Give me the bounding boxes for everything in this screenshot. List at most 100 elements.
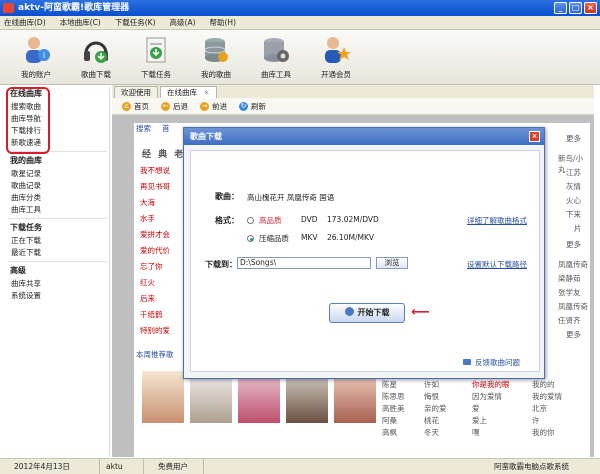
tab-close-icon[interactable]: × — [203, 88, 209, 97]
high-quality-label[interactable]: 高品质 — [259, 215, 282, 226]
compressed-quality-type: MKV — [301, 233, 318, 242]
ghost-artist[interactable]: 阿桑 — [382, 415, 397, 426]
ghost-artist[interactable]: 陈星 — [382, 379, 397, 390]
ghost-right-song[interactable]: 因为爱情 — [472, 391, 502, 402]
download-path-label: 下载到： — [205, 260, 237, 269]
ghost-song-small[interactable]: 亲的爱 — [424, 403, 447, 414]
menu-help[interactable]: 帮助(H) — [210, 16, 237, 29]
artist-photo[interactable] — [142, 371, 184, 423]
sidebar-section-advanced: 高级 — [10, 266, 26, 275]
ghost-right-item[interactable]: 更多 — [566, 239, 581, 250]
song-value: 高山槐花开 凤凰传奇 国语 — [247, 193, 335, 202]
ghost-right-song[interactable]: 许 — [532, 415, 540, 426]
high-quality-type: DVD — [301, 215, 318, 224]
song-download-dialog: 歌曲下载 × 歌曲： 高山槐花开 凤凰传奇 国语 格式： 高品质 DVD 173… — [183, 127, 545, 379]
menu-online-library[interactable]: 在线曲库(D) — [4, 16, 46, 29]
ghost-right-item[interactable]: 片 — [574, 223, 582, 234]
minimize-button[interactable]: _ — [554, 2, 567, 14]
ghost-right-song[interactable]: 我的爱情 — [532, 391, 562, 402]
menu-advanced[interactable]: 高级(A) — [170, 16, 196, 29]
start-download-button[interactable]: 开始下载 — [329, 303, 405, 323]
ghost-first-link[interactable]: 首 — [162, 123, 170, 134]
ghost-search-link[interactable]: 搜索 — [136, 123, 151, 134]
refresh-button[interactable]: ↻ 刷新 — [239, 101, 266, 112]
sidebar-item-settings[interactable]: 系统设置 — [6, 290, 109, 302]
my-songs-button[interactable]: 我的歌曲 — [186, 30, 246, 85]
ghost-song-small[interactable]: 许如 — [424, 379, 439, 390]
ghost-artist[interactable]: 高胜美 — [382, 403, 405, 414]
download-path-input[interactable]: D:\Songs\ — [237, 257, 371, 269]
ghost-song[interactable]: 爱拼才会 — [140, 229, 170, 240]
compressed-quality-radio[interactable] — [247, 235, 254, 242]
sidebar-item-sharing[interactable]: 曲库共享 — [6, 278, 109, 290]
forward-button[interactable]: → 前进 — [200, 101, 227, 112]
status-bar: 2012年4月13日 aktu 免费用户 阿蛮歌霸电脑点歌系统 — [0, 458, 600, 474]
ghost-song-small[interactable]: 悔恨 — [424, 391, 439, 402]
format-info-link[interactable]: 详细了解歌曲格式 — [467, 215, 527, 226]
sidebar-item-recent[interactable]: 最近下载 — [6, 247, 109, 259]
ghost-right-item[interactable]: 下来 — [566, 209, 581, 220]
ghost-right-item[interactable]: 张学友 — [558, 287, 581, 298]
ghost-right-song[interactable]: 我的的 — [532, 379, 555, 390]
ghost-right-item[interactable]: 灰情 — [566, 181, 581, 192]
ghost-song[interactable]: 后来 — [140, 293, 155, 304]
ghost-song[interactable]: 我不想说 — [140, 165, 170, 176]
highlight-box — [6, 87, 50, 154]
ghost-right-song[interactable]: 嘿 — [472, 427, 480, 438]
ghost-right-song[interactable]: 你是我的眼 — [472, 379, 510, 390]
dialog-close-button[interactable]: × — [529, 131, 540, 142]
ghost-right-song[interactable]: 我的你 — [532, 427, 555, 438]
sidebar-divider — [8, 261, 107, 262]
ghost-song-small[interactable]: 桃花 — [424, 415, 439, 426]
ghost-song[interactable]: 水手 — [140, 213, 155, 224]
forward-label: 前进 — [212, 101, 227, 111]
ghost-song[interactable]: 再见书哥 — [140, 181, 170, 192]
sidebar-item-downloading[interactable]: 正在下载 — [6, 235, 109, 247]
home-button[interactable]: ⌂ 首页 — [122, 101, 149, 112]
ghost-song[interactable]: 红火 — [140, 277, 155, 288]
ghost-right-item[interactable]: 梁静茹 — [558, 273, 581, 284]
ghost-song[interactable]: 千纸鹤 — [140, 309, 163, 320]
ghost-song[interactable]: 爱的代价 — [140, 245, 170, 256]
compressed-quality-label[interactable]: 压缩品质 — [259, 233, 289, 244]
ghost-song[interactable]: 忘了你 — [140, 261, 163, 272]
ghost-right-item[interactable]: 任贤齐 — [558, 315, 581, 326]
default-path-link[interactable]: 设置默认下载路径 — [467, 259, 527, 270]
ghost-right-song[interactable]: 爱上 — [472, 415, 487, 426]
sidebar-item-singer-records[interactable]: 歌星记录 — [6, 168, 109, 180]
my-account-button[interactable]: i 我的账户 — [6, 30, 66, 85]
ghost-song[interactable]: 大海 — [140, 197, 155, 208]
browse-button[interactable]: 浏览 — [376, 257, 408, 269]
song-download-button[interactable]: 歌曲下载 — [66, 30, 126, 85]
tab-welcome[interactable]: 欢迎使用 — [114, 86, 158, 98]
ghost-heading: 经 典 老 — [142, 150, 186, 160]
status-user: aktu — [100, 459, 144, 474]
ghost-song-small[interactable]: 冬天 — [424, 427, 439, 438]
ghost-right-item[interactable]: 火心 — [566, 195, 581, 206]
ghost-song[interactable]: 特别的爱 — [140, 325, 170, 336]
ghost-right-item[interactable]: 更多 — [566, 329, 581, 340]
download-tasks-button[interactable]: 下载任务 — [126, 30, 186, 85]
maximize-button[interactable]: □ — [569, 2, 582, 14]
ghost-right-item[interactable]: 凤凰传奇 — [558, 301, 588, 312]
ghost-right-item[interactable]: 凤凰传奇 — [558, 259, 588, 270]
vip-member-button[interactable]: 开通会员 — [306, 30, 366, 85]
forward-arrow-icon: → — [200, 101, 209, 111]
menu-download-tasks[interactable]: 下载任务(K) — [115, 16, 156, 29]
ghost-artist[interactable]: 陈思思 — [382, 391, 405, 402]
menu-local-library[interactable]: 本地曲库(C) — [60, 16, 101, 29]
ghost-right-song[interactable]: 北京 — [532, 403, 547, 414]
high-quality-radio[interactable] — [247, 217, 254, 224]
sidebar-item-song-records[interactable]: 歌曲记录 — [6, 180, 109, 192]
feedback-link[interactable]: 反馈歌曲问题 — [475, 357, 520, 368]
tab-online-library[interactable]: 在线曲库 × — [160, 86, 217, 98]
close-window-button[interactable]: × — [584, 2, 597, 14]
ghost-right-song[interactable]: 爱 — [472, 403, 480, 414]
sidebar-item-tools[interactable]: 曲库工具 — [6, 204, 109, 216]
back-button[interactable]: ← 后退 — [161, 101, 188, 112]
library-tools-button[interactable]: 曲库工具 — [246, 30, 306, 85]
ghost-right-item[interactable]: 江苏 — [566, 167, 581, 178]
ghost-artist[interactable]: 高枫 — [382, 427, 397, 438]
sidebar-item-categories[interactable]: 曲库分类 — [6, 192, 109, 204]
ghost-right-item[interactable]: 更多 — [566, 133, 581, 144]
